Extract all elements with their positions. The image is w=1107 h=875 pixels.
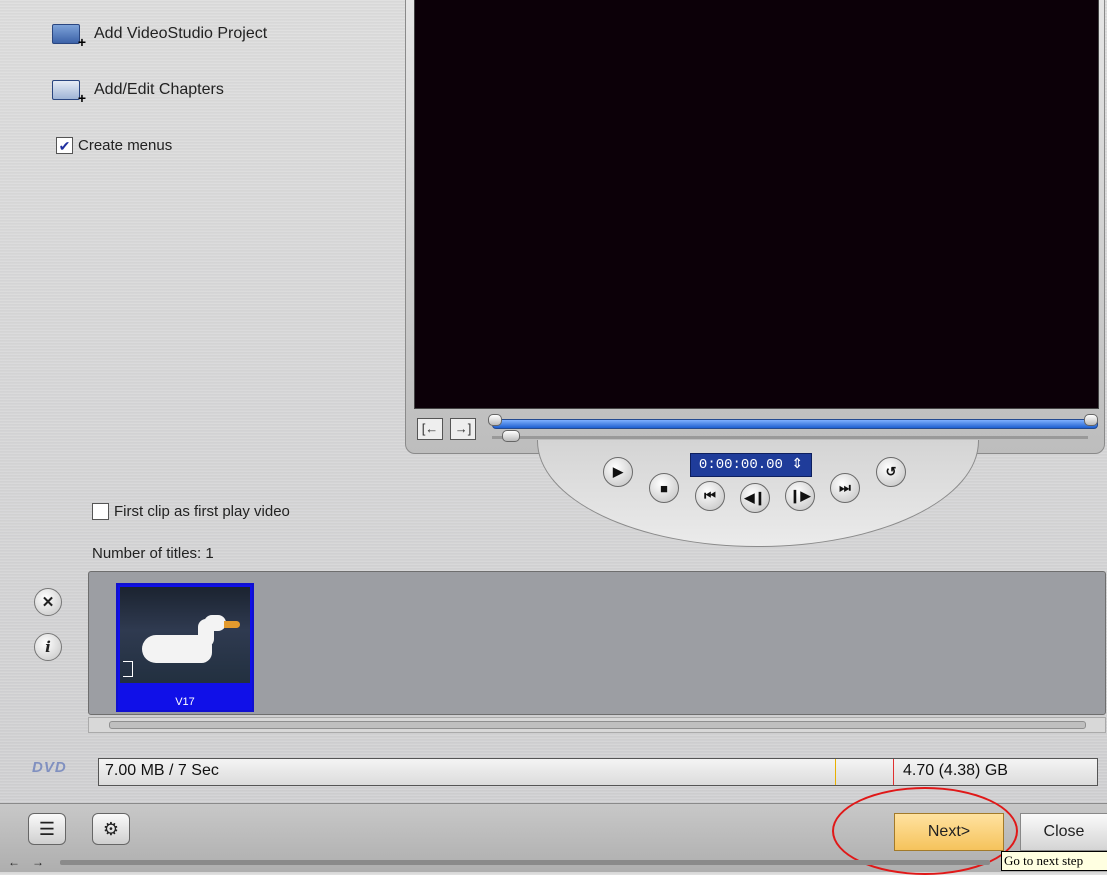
trim-end-handle[interactable] <box>1084 414 1098 426</box>
delete-icon[interactable]: ✕ <box>34 588 62 616</box>
status-scroll-track[interactable] <box>60 860 990 865</box>
video-preview-screen <box>414 0 1099 409</box>
capacity-used: 7.00 MB / 7 Sec <box>105 762 219 779</box>
status-scrollbar[interactable]: ← → <box>8 855 998 869</box>
add-videostudio-project-button[interactable]: + Add VideoStudio Project <box>50 22 268 49</box>
scroll-right-icon[interactable]: → <box>32 855 44 869</box>
next-frame-icon[interactable]: ❙▶ <box>785 481 815 511</box>
mark-out-icon[interactable]: →] <box>450 418 476 440</box>
next-tooltip: Go to next step <box>1001 851 1107 871</box>
add-chapters-label: Add/Edit Chapters <box>94 81 224 98</box>
play-icon[interactable]: ▶ <box>603 457 633 487</box>
scrub-bar[interactable] <box>492 436 1088 439</box>
trim-bar[interactable] <box>492 419 1098 429</box>
capacity-marker-red <box>893 759 894 785</box>
trim-start-handle[interactable] <box>488 414 502 426</box>
info-icon[interactable]: i <box>34 633 62 661</box>
titles-scrollbar[interactable] <box>88 717 1106 733</box>
checkmark-icon: ✔ <box>56 137 73 154</box>
empty-checkbox-icon <box>92 503 109 520</box>
titles-count: Number of titles: 1 <box>92 545 214 562</box>
settings-icon[interactable]: ⚙ <box>92 813 130 845</box>
capacity-marker-yellow <box>835 759 836 785</box>
capacity-total: 4.70 (4.38) GB <box>903 762 1008 779</box>
scrub-handle[interactable] <box>502 430 520 442</box>
add-project-label: Add VideoStudio Project <box>94 25 268 42</box>
first-clip-checkbox[interactable]: First clip as first play video <box>92 503 290 520</box>
timecode-value: 0:00:00.00 <box>698 457 783 473</box>
stop-icon[interactable]: ■ <box>649 473 679 503</box>
create-menus-checkbox[interactable]: ✔ Create menus <box>56 137 172 154</box>
add-project-icon: + <box>50 22 86 49</box>
preview-window <box>405 0 1105 454</box>
timecode-display[interactable]: 0:00:00.00 ⇕ <box>690 453 812 477</box>
list-icon[interactable]: ☰ <box>28 813 66 845</box>
chapters-icon: + <box>50 78 86 105</box>
mark-in-icon[interactable]: [← <box>417 418 443 440</box>
title-thumbnail-label: V17 <box>175 696 195 708</box>
duck-thumbnail-image <box>120 587 250 683</box>
previous-frame-icon[interactable]: ◀❙ <box>740 483 770 513</box>
scroll-left-icon[interactable]: ← <box>8 855 20 869</box>
close-button[interactable]: Close <box>1020 813 1107 851</box>
end-icon[interactable]: ⏭ <box>830 473 860 503</box>
dvd-logo: DVD <box>32 759 67 776</box>
repeat-icon[interactable]: ↺ <box>876 457 906 487</box>
create-menus-label: Create menus <box>78 137 173 154</box>
add-edit-chapters-button[interactable]: + Add/Edit Chapters <box>50 78 224 105</box>
home-icon[interactable]: ⏮ <box>695 481 725 511</box>
disc-capacity-bar: 7.00 MB / 7 Sec 4.70 (4.38) GB <box>98 758 1098 786</box>
first-clip-label: First clip as first play video <box>114 503 290 520</box>
titles-scroll-thumb[interactable] <box>109 721 1086 729</box>
title-thumbnail[interactable]: V17 <box>116 583 254 712</box>
